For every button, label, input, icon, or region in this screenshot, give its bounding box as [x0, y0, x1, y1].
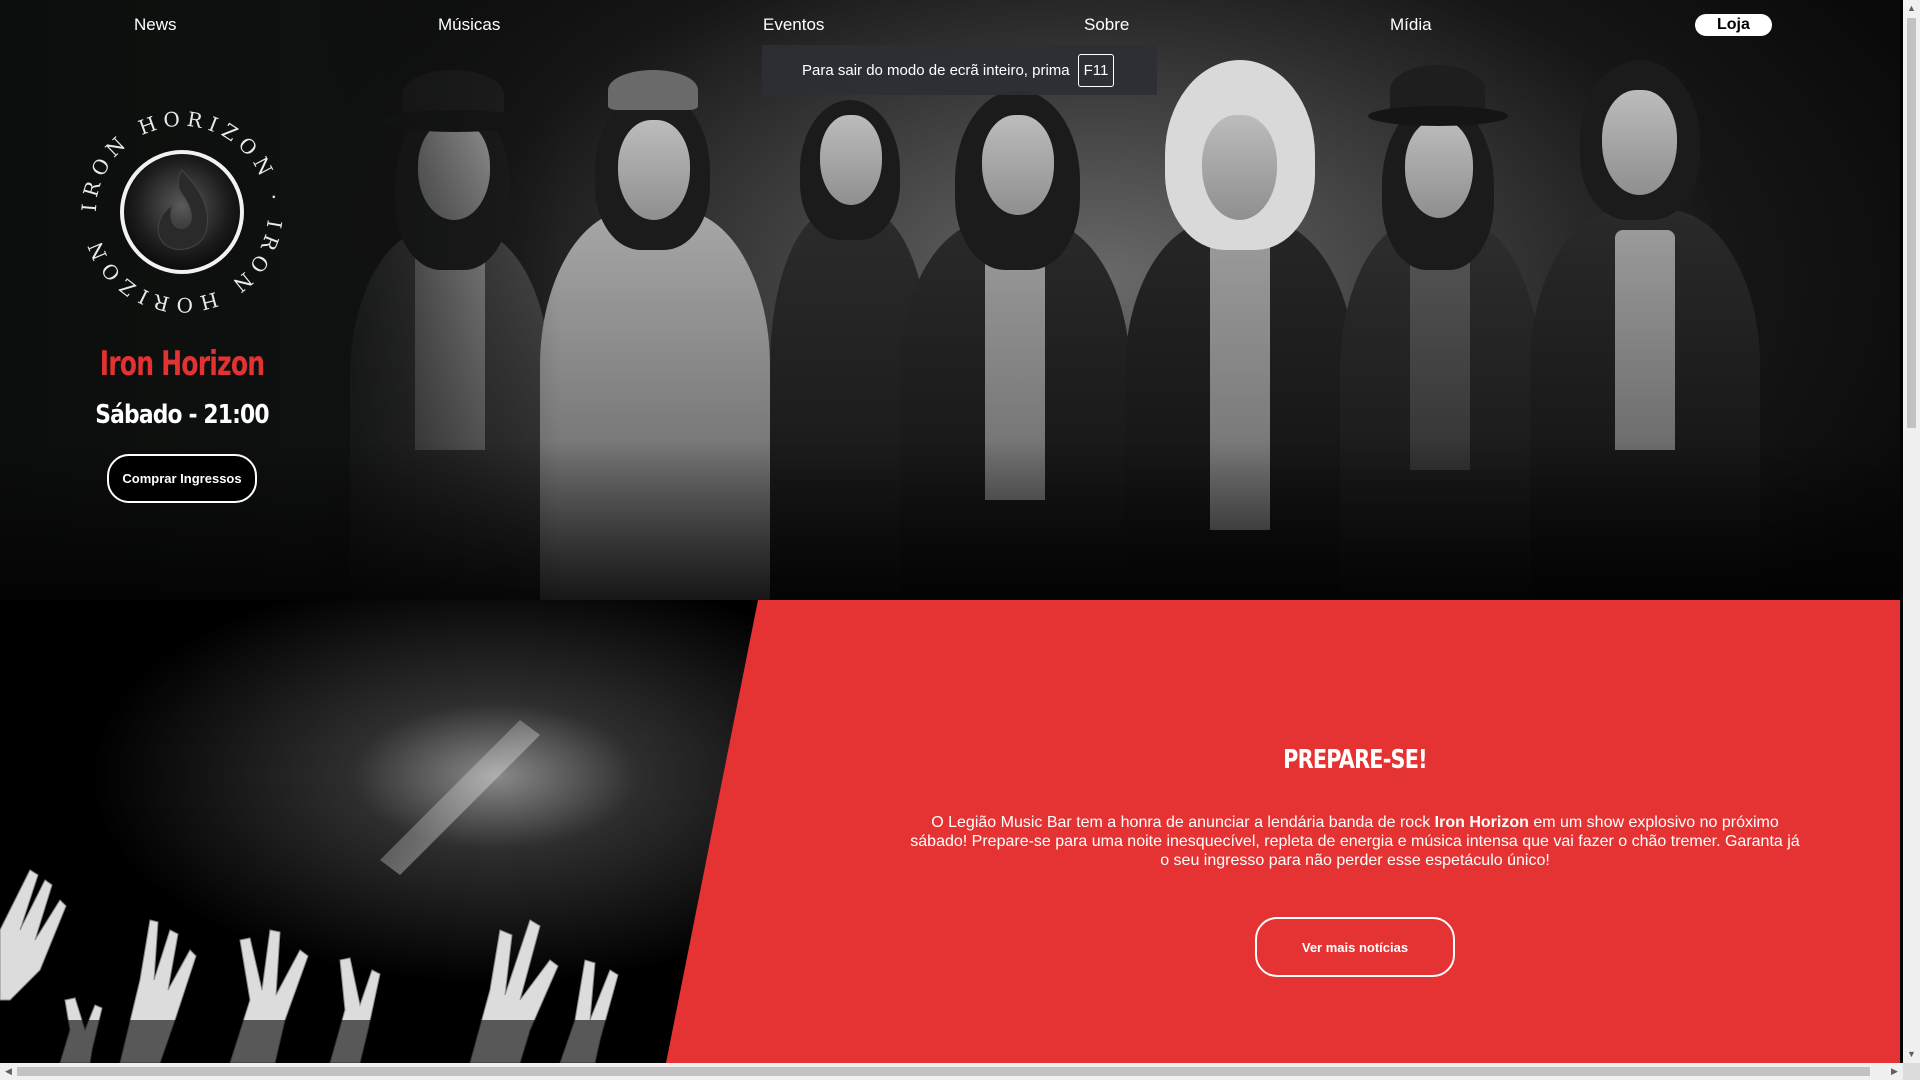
scrollbar-corner [1903, 1063, 1920, 1080]
scroll-right-icon[interactable]: ▶ [1886, 1063, 1903, 1080]
vertical-scroll-thumb[interactable] [1907, 18, 1916, 428]
more-news-button[interactable]: Ver mais notícias [1255, 917, 1455, 977]
news-text-band: Iron Horizon [1434, 814, 1529, 831]
main-nav: News Músicas Eventos Sobre Mídia Loja [0, 10, 1900, 40]
nav-midia[interactable]: Mídia [1390, 15, 1432, 35]
horizontal-scroll-thumb[interactable] [17, 1067, 1870, 1076]
band-logo: IRON HORIZON · IRON HORIZON [80, 110, 281, 314]
news-text: O Legião Music Bar tem a honra de anunci… [905, 813, 1805, 870]
news-text-intro: O Legião Music Bar tem a honra de anunci… [931, 814, 1435, 831]
nav-news[interactable]: News [134, 15, 177, 35]
show-time: Sábado - 21:00 [95, 400, 269, 430]
band-name: Iron Horizon [99, 344, 265, 384]
scroll-down-icon[interactable]: ▼ [1903, 1046, 1920, 1063]
nav-musicas[interactable]: Músicas [438, 15, 500, 35]
news-title: PREPARE-SE! [1283, 745, 1427, 775]
nav-sobre[interactable]: Sobre [1084, 15, 1129, 35]
horizontal-scrollbar[interactable]: ◀ ▶ [0, 1063, 1903, 1080]
scroll-left-icon[interactable]: ◀ [0, 1063, 17, 1080]
hero-bottom-fade [0, 440, 1900, 600]
vertical-scrollbar[interactable]: ▲ ▼ [1903, 0, 1920, 1063]
fullscreen-notice: Para sair do modo de ecrã inteiro, prima… [762, 45, 1157, 95]
fullscreen-notice-text: Para sair do modo de ecrã inteiro, prima [802, 61, 1070, 79]
f11-key: F11 [1077, 53, 1115, 87]
scroll-up-icon[interactable]: ▲ [1903, 0, 1920, 17]
buy-tickets-button[interactable]: Comprar Ingressos [107, 454, 257, 503]
nav-shop-button[interactable]: Loja [1695, 14, 1772, 36]
news-section: PREPARE-SE! O Legião Music Bar tem a hon… [0, 600, 1900, 1063]
nav-eventos[interactable]: Eventos [763, 15, 824, 35]
